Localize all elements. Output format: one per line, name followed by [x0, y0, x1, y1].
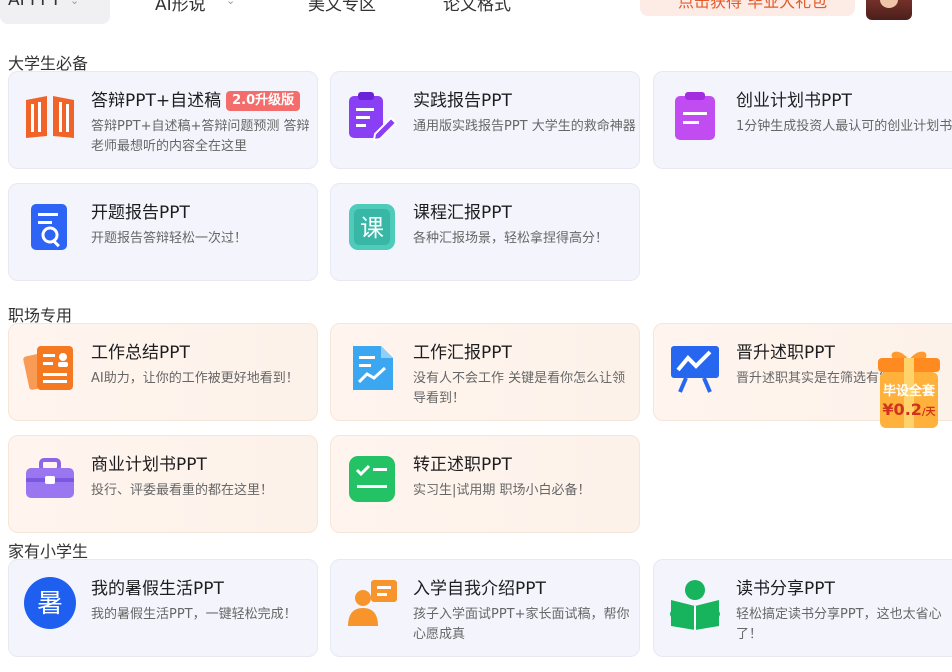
- card-title: 晋升述职PPT: [736, 343, 835, 363]
- ad-price: ¥0.2/天: [882, 400, 936, 419]
- card-practice-report[interactable]: 实践报告PPT 通用版实践报告PPT 大学生的救命神器: [330, 71, 640, 169]
- card-desc: 轻松搞定读书分享PPT，这也太省心了！: [736, 607, 942, 642]
- report-chart-icon: [353, 346, 393, 390]
- clipboard-icon: [675, 92, 715, 140]
- card-title: 转正述职PPT: [413, 455, 512, 475]
- card-desc: 没有人不会工作 关键是看你怎么让领导看到！: [413, 371, 626, 406]
- card-title: 读书分享PPT: [736, 579, 835, 599]
- card-title: 答辩PPT+自述稿 2.0升级版: [91, 86, 301, 111]
- course-icon: 课: [349, 204, 395, 250]
- card-course-report[interactable]: 课 课程汇报PPT 各种汇报场景，轻松拿捏得高分！: [330, 183, 640, 281]
- promo-label: 点击获得 毕业大礼包: [678, 0, 828, 11]
- card-desc: 投行、评委最看重的都在这里！: [91, 483, 274, 498]
- chevron-down-icon: ⌄: [226, 0, 236, 7]
- svg-text:暑: 暑: [37, 589, 63, 619]
- nav-item-thesis-format[interactable]: 论文格式: [443, 0, 511, 15]
- card-work-summary[interactable]: 工作总结PPT AI助力，让你的工作被更好地看到！: [8, 323, 318, 421]
- card-title: 入学自我介绍PPT: [413, 579, 546, 599]
- card-title: 创业计划书PPT: [736, 91, 852, 111]
- card-desc: 开题报告答辩轻松一次过！: [91, 231, 248, 246]
- card-business-plan-startup[interactable]: 创业计划书PPT 1分钟生成投资人最认可的创业计划书: [653, 71, 952, 169]
- reading-icon: [670, 580, 720, 630]
- card-title: 工作汇报PPT: [413, 343, 512, 363]
- card-desc: 通用版实践报告PPT 大学生的救命神器: [413, 119, 636, 134]
- card-desc: 各种汇报场景，轻松拿捏得高分！: [413, 231, 609, 246]
- upgrade-badge: 2.0升级版: [226, 91, 301, 111]
- avatar[interactable]: [866, 0, 912, 20]
- card-desc: 孩子入学面试PPT+家长面试稿，帮你心愿成真: [413, 607, 630, 642]
- promo-button[interactable]: 点击获得 毕业大礼包: [640, 0, 855, 16]
- card-reading-share[interactable]: 读书分享PPT 轻松搞定读书分享PPT，这也太省心了！: [653, 559, 952, 657]
- summer-icon: 暑: [24, 577, 76, 629]
- card-title: 开题报告PPT: [91, 203, 190, 223]
- card-desc: AI助力，让你的工作被更好地看到！: [91, 371, 299, 386]
- card-probation-report[interactable]: 转正述职PPT 实习生|试用期 职场小白必备！: [330, 435, 640, 533]
- card-title: 实践报告PPT: [413, 91, 512, 111]
- card-self-intro[interactable]: 入学自我介绍PPT 孩子入学面试PPT+家长面试稿，帮你心愿成真: [330, 559, 640, 657]
- floating-gift-ad[interactable]: 毕设全套 ¥0.2/天: [874, 346, 944, 432]
- presentation-icon: [671, 346, 719, 393]
- card-title: 我的暑假生活PPT: [91, 579, 224, 599]
- svg-text:课: 课: [360, 214, 384, 242]
- nav-item-ai-ppt[interactable]: AI PPT: [8, 0, 61, 10]
- nav-item-ai[interactable]: AI形说: [155, 0, 206, 15]
- card-desc: 1分钟生成投资人最认可的创业计划书: [736, 119, 952, 134]
- card-proposal-report[interactable]: 开题报告PPT 开题报告答辩轻松一次过！: [8, 183, 318, 281]
- card-title: 工作总结PPT: [91, 343, 190, 363]
- briefcase-icon: [26, 458, 74, 498]
- top-nav: AI PPT ⌄ AI形说 ⌄ 美文专区 论文格式 点击获得 毕业大礼包: [0, 0, 952, 26]
- resume-icon: [23, 346, 73, 390]
- card-work-report[interactable]: 工作汇报PPT 没有人不会工作 关键是看你怎么让领导看到！: [330, 323, 640, 421]
- card-defense-ppt[interactable]: 答辩PPT+自述稿 2.0升级版 答辩PPT+自述稿+答辩问题预测 答辩老师最想听…: [8, 71, 318, 169]
- document-search-icon: [31, 204, 67, 250]
- card-desc: 答辩PPT+自述稿+答辩问题预测 答辩老师最想听的内容全在这里: [91, 119, 310, 154]
- card-desc: 实习生|试用期 职场小白必备！: [413, 483, 591, 498]
- card-title: 商业计划书PPT: [91, 455, 207, 475]
- checklist-icon: [349, 456, 395, 502]
- card-summer-life[interactable]: 暑 我的暑假生活PPT 我的暑假生活PPT，一键轻松完成！: [8, 559, 318, 657]
- chevron-down-icon: ⌄: [70, 0, 80, 7]
- page: AI PPT ⌄ AI形说 ⌄ 美文专区 论文格式 点击获得 毕业大礼包 大学生…: [0, 0, 952, 672]
- ad-title: 毕设全套: [882, 384, 935, 399]
- self-intro-icon: [348, 580, 397, 626]
- clipboard-edit-icon: [349, 92, 398, 142]
- nav-item-essays[interactable]: 美文专区: [308, 0, 376, 15]
- card-title: 课程汇报PPT: [413, 203, 512, 223]
- book-icon: [26, 96, 74, 138]
- card-desc: 我的暑假生活PPT，一键轻松完成！: [91, 607, 297, 622]
- card-business-plan[interactable]: 商业计划书PPT 投行、评委最看重的都在这里！: [8, 435, 318, 533]
